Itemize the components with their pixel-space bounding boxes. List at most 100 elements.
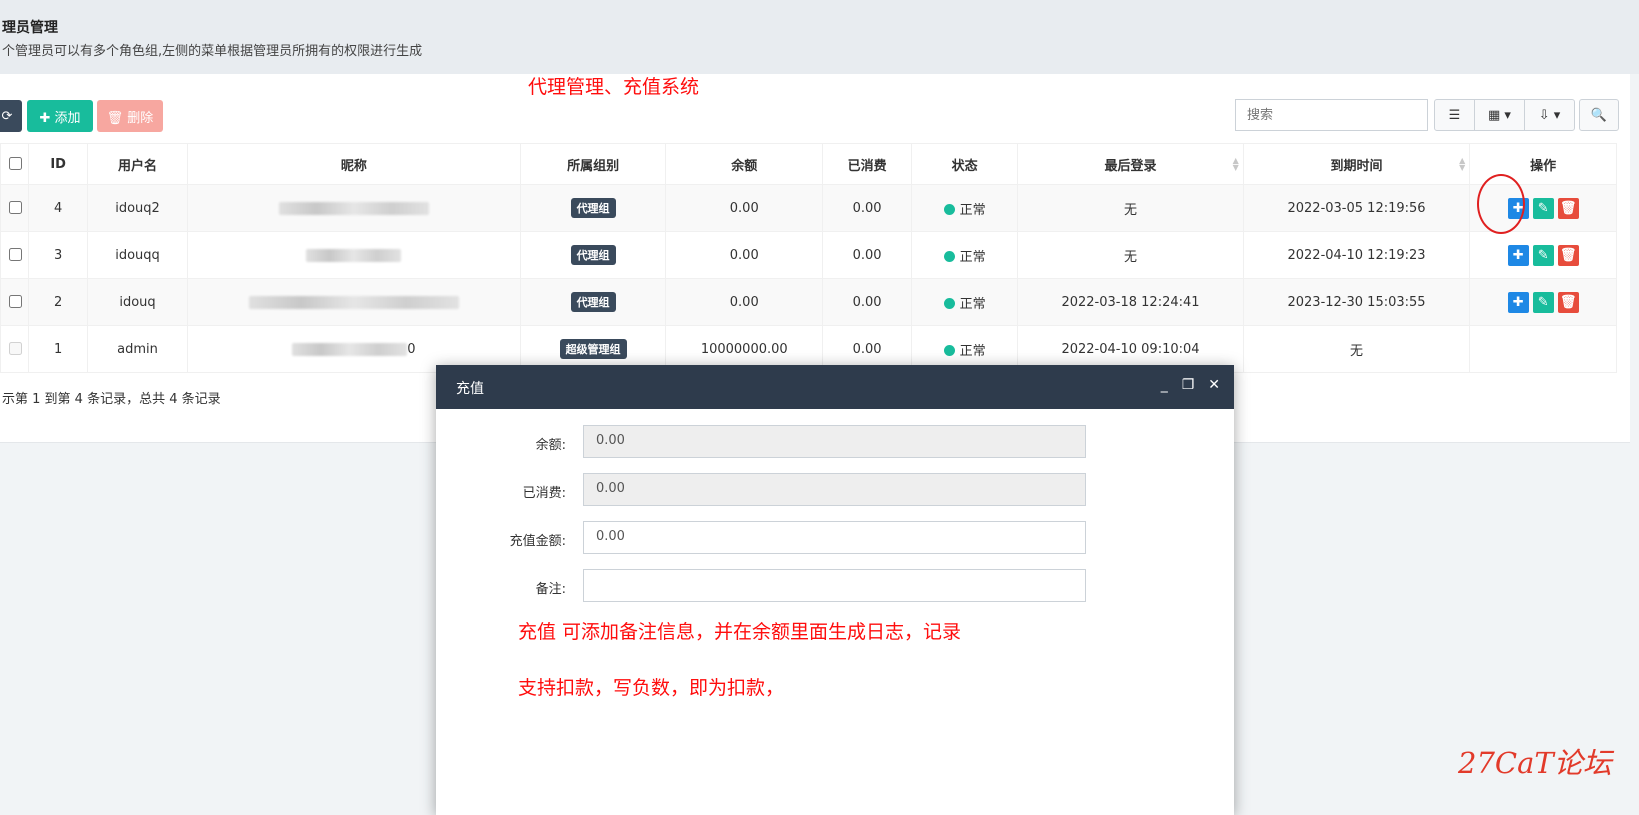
table-row: 2 idouq 代理组 0.00 0.00 正常 2022-03-18 12:2… (0, 278, 1617, 326)
annotation-modal-note-2: 支持扣款，写负数，即为扣款， (518, 677, 785, 699)
edit-button[interactable]: ✎ (1532, 291, 1554, 313)
delete-button[interactable]: 🗑 删除 (97, 100, 163, 132)
cell-username: idouq2 (86, 184, 189, 232)
page-description: 个管理员可以有多个角色组,左侧的菜单根据管理员所拥有的权限进行生成 (2, 44, 423, 59)
maximize-icon[interactable]: ❐ (1182, 377, 1195, 393)
pagination-summary: 示第 1 到第 4 条记录，总共 4 条记录 (2, 392, 221, 407)
delete-row-button[interactable]: 🗑 (1557, 291, 1579, 313)
columns-button[interactable]: ▦ ▾ (1474, 99, 1525, 131)
highlight-circle (1477, 174, 1525, 234)
recharge-button[interactable]: ✚ (1507, 291, 1529, 313)
amount-label: 充值金额: (509, 534, 566, 549)
delete-row-button[interactable]: 🗑 (1557, 244, 1579, 266)
recharge-button[interactable]: ✚ (1507, 244, 1529, 266)
row-checkbox (8, 342, 22, 355)
spent-field: 0.00 (583, 473, 1086, 506)
col-spent[interactable]: 已消费 (822, 143, 913, 185)
cell-spent: 0.00 (822, 184, 913, 232)
redacted-nickname (292, 342, 408, 356)
amount-field[interactable]: 0.00 (583, 521, 1086, 554)
form-row-amount: 充值金额: 0.00 (436, 521, 1234, 555)
cell-last-login: 2022-03-18 12:24:41 (1017, 278, 1244, 326)
status-dot-icon (943, 344, 955, 356)
minimize-icon[interactable]: _ (1161, 377, 1168, 393)
cell-actions: ✚ ✎ 🗑 (1469, 231, 1617, 279)
group-badge: 代理组 (570, 245, 616, 265)
row-checkbox[interactable] (8, 295, 22, 308)
status-dot-icon (943, 203, 955, 215)
col-status[interactable]: 状态 (911, 143, 1019, 185)
col-username[interactable]: 用户名 (86, 143, 189, 185)
table-row: 3 idouqq 代理组 0.00 0.00 正常 无 2022-04-10 1… (0, 231, 1617, 279)
status-dot-icon (943, 250, 955, 262)
balance-field: 0.00 (583, 425, 1086, 458)
col-nickname[interactable]: 昵称 (187, 143, 521, 185)
cell-actions (1469, 325, 1617, 373)
watermark: 27CaT论坛 (1458, 746, 1612, 780)
col-expire[interactable]: 到期时间 ▲ ▼ (1242, 143, 1471, 185)
edit-button[interactable]: ✎ (1532, 244, 1554, 266)
cell-username: idouq (86, 278, 189, 326)
table-header-row: ID 用户名 昵称 所属组别 余额 已消费 状态 最后登录 ▲ ▼ 到期时间 ▲ ▼ 操… (0, 143, 1617, 185)
toggle-view-button[interactable]: ☰ (1434, 99, 1475, 131)
form-row-spent: 已消费: 0.00 (436, 473, 1234, 507)
row-checkbox[interactable] (8, 201, 22, 214)
dialog-controls: _ ❐ ✕ (1161, 377, 1220, 393)
cell-expire: 无 (1242, 325, 1471, 373)
edit-button[interactable]: ✎ (1532, 197, 1554, 219)
cell-spent: 0.00 (822, 278, 913, 326)
search-input[interactable] (1235, 99, 1428, 131)
group-badge: 超级管理组 (559, 339, 627, 359)
delete-row-button[interactable]: 🗑 (1557, 197, 1579, 219)
group-badge: 代理组 (570, 292, 616, 312)
col-expire-label: 到期时间 (1330, 158, 1383, 174)
cell-group: 代理组 (519, 184, 667, 232)
cell-expire: 2022-03-05 12:19:56 (1242, 184, 1471, 232)
export-button[interactable]: ⇩ ▾ (1524, 99, 1575, 131)
col-group[interactable]: 所属组别 (519, 143, 667, 185)
select-all-checkbox[interactable] (8, 157, 22, 170)
row-checkbox-cell (0, 278, 30, 326)
remark-field[interactable] (583, 569, 1086, 602)
cell-status: 正常 (911, 278, 1019, 326)
cell-expire: 2023-12-30 15:03:55 (1242, 278, 1471, 326)
refresh-icon: ⟳ (1, 108, 13, 124)
cell-actions: ✚ ✎ 🗑 (1469, 278, 1617, 326)
cell-id: 3 (28, 231, 88, 279)
status-dot-icon (943, 297, 955, 309)
export-icon: ⇩ ▾ (1538, 107, 1561, 123)
form-row-remark: 备注: (436, 569, 1234, 603)
col-id[interactable]: ID (28, 143, 88, 185)
form-row-balance: 余额: 0.00 (436, 425, 1234, 459)
recharge-dialog: 充值 _ ❐ ✕ 余额: 0.00 已消费: 0.00 充值金额: 0.00 备… (436, 365, 1234, 815)
cell-id: 2 (28, 278, 88, 326)
row-checkbox[interactable] (8, 248, 22, 261)
add-button[interactable]: ✚ 添加 (27, 100, 93, 132)
annotation-modal-note-1: 充值 可添加备注信息，并在余额里面生成日志，记录 (518, 621, 962, 643)
col-last-login[interactable]: 最后登录 ▲ ▼ (1017, 143, 1244, 185)
col-last-login-label: 最后登录 (1104, 158, 1157, 174)
annotation-top-note: 代理管理、充值系统 (528, 76, 700, 98)
cell-spent: 0.00 (822, 231, 913, 279)
cell-id: 4 (28, 184, 88, 232)
row-checkbox-cell (0, 231, 30, 279)
cell-balance: 0.00 (665, 278, 824, 326)
admin-table: ID 用户名 昵称 所属组别 余额 已消费 状态 最后登录 ▲ ▼ 到期时间 ▲ ▼ 操… (0, 143, 1617, 373)
cell-nickname (187, 278, 521, 326)
cell-status: 正常 (911, 184, 1019, 232)
close-icon[interactable]: ✕ (1208, 377, 1220, 393)
columns-icon: ▦ ▾ (1488, 107, 1511, 123)
remark-label: 备注: (535, 582, 566, 597)
group-badge: 代理组 (570, 198, 616, 218)
col-balance[interactable]: 余额 (665, 143, 824, 185)
cell-group: 代理组 (519, 231, 667, 279)
status-text: 正常 (959, 249, 986, 265)
row-checkbox-cell (0, 325, 30, 373)
search-button[interactable]: 🔍 (1579, 99, 1619, 131)
cell-last-login: 无 (1017, 231, 1244, 279)
refresh-button[interactable]: ⟳ (0, 100, 22, 132)
dialog-title: 充值 (456, 381, 484, 397)
balance-label: 余额: (535, 438, 566, 453)
redacted-nickname (278, 201, 429, 215)
search-icon: 🔍 (1590, 107, 1608, 123)
